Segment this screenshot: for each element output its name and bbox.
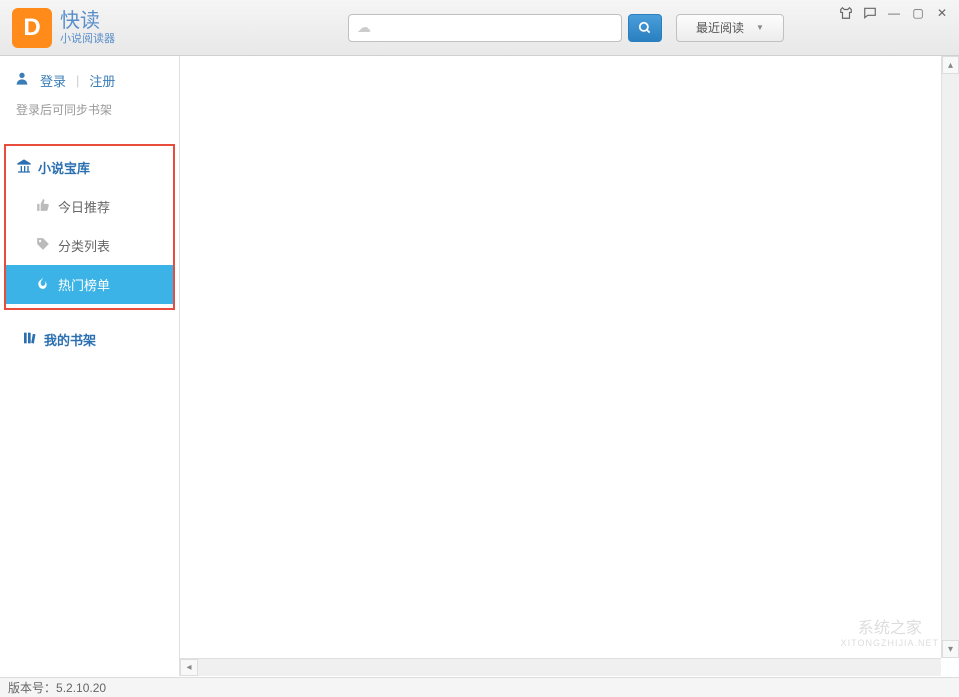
search-input[interactable]: [377, 15, 613, 41]
watermark-sub: XITONGZHIJIA.NET: [841, 638, 939, 648]
nav-item-category[interactable]: 分类列表: [6, 226, 173, 265]
highlight-box: 小说宝库 今日推荐 分类列表 热门榜单: [4, 144, 175, 310]
nav-item-today[interactable]: 今日推荐: [6, 187, 173, 226]
library-title: 小说宝库: [38, 158, 90, 177]
horizontal-scrollbar[interactable]: ◂: [180, 658, 941, 676]
scroll-left-button[interactable]: ◂: [180, 659, 198, 676]
auth-separator: |: [76, 73, 79, 88]
search-box[interactable]: ☁: [348, 14, 622, 42]
bookshelf-title: 我的书架: [44, 330, 96, 349]
vertical-scrollbar[interactable]: ▴ ▾: [941, 56, 959, 658]
sidebar: 登录 | 注册 登录后可同步书架 小说宝库 今日推荐: [0, 56, 180, 676]
nav-item-label: 今日推荐: [58, 197, 110, 216]
tag-icon: [36, 237, 50, 254]
auth-hint: 登录后可同步书架: [16, 101, 165, 118]
bookshelf-icon: [22, 330, 38, 349]
scroll-down-button[interactable]: ▾: [942, 640, 959, 658]
nav-item-label: 热门榜单: [58, 275, 110, 294]
app-header: D 快读 小说阅读器 ☁ 最近阅读 ▼ — ▢: [0, 0, 959, 56]
login-link[interactable]: 登录: [40, 71, 66, 90]
cloud-icon: ☁: [357, 19, 371, 36]
search-button[interactable]: [628, 14, 662, 42]
watermark-main: 系统之家: [858, 614, 922, 638]
auth-area: 登录 | 注册 登录后可同步书架: [0, 70, 179, 126]
close-button[interactable]: ✕: [935, 6, 949, 20]
window-controls: — ▢ ✕: [839, 6, 949, 20]
skin-icon[interactable]: [839, 6, 853, 20]
version-label: 版本号：: [8, 679, 56, 696]
feedback-icon[interactable]: [863, 6, 877, 20]
logo-area: D 快读 小说阅读器: [0, 8, 115, 48]
nav-item-hot[interactable]: 热门榜单: [6, 265, 173, 304]
status-bar: 版本号： 5.2.10.20: [0, 677, 959, 697]
nav-item-label: 分类列表: [58, 236, 110, 255]
recent-read-label: 最近阅读: [696, 19, 744, 36]
scroll-up-button[interactable]: ▴: [942, 56, 959, 74]
logo-text: 快读 小说阅读器: [60, 9, 115, 46]
logo-letter: D: [23, 14, 40, 42]
search-icon: [638, 21, 652, 35]
app-subtitle: 小说阅读器: [60, 33, 115, 46]
version-number: 5.2.10.20: [56, 681, 106, 695]
recent-read-button[interactable]: 最近阅读 ▼: [676, 14, 784, 42]
content-area: ▴ ▾ ◂ 系统之家 XITONGZHIJIA.NET: [180, 56, 959, 676]
thumbs-up-icon: [36, 198, 50, 215]
main-area: 登录 | 注册 登录后可同步书架 小说宝库 今日推荐: [0, 56, 959, 676]
app-logo-icon: D: [12, 8, 52, 48]
user-icon: [14, 70, 30, 91]
register-link[interactable]: 注册: [89, 71, 115, 90]
maximize-button[interactable]: ▢: [911, 6, 925, 20]
library-icon: [16, 158, 32, 177]
search-area: ☁ 最近阅读 ▼: [348, 14, 784, 42]
minimize-button[interactable]: —: [887, 6, 901, 20]
dropdown-arrow-icon: ▼: [756, 23, 764, 32]
app-title: 快读: [60, 9, 115, 33]
section-bookshelf[interactable]: 我的书架: [12, 318, 175, 359]
fire-icon: [36, 276, 50, 293]
section-library[interactable]: 小说宝库: [6, 146, 173, 187]
auth-links: 登录 | 注册: [14, 70, 165, 91]
corner-watermark: 系统之家 XITONGZHIJIA.NET: [841, 614, 939, 648]
